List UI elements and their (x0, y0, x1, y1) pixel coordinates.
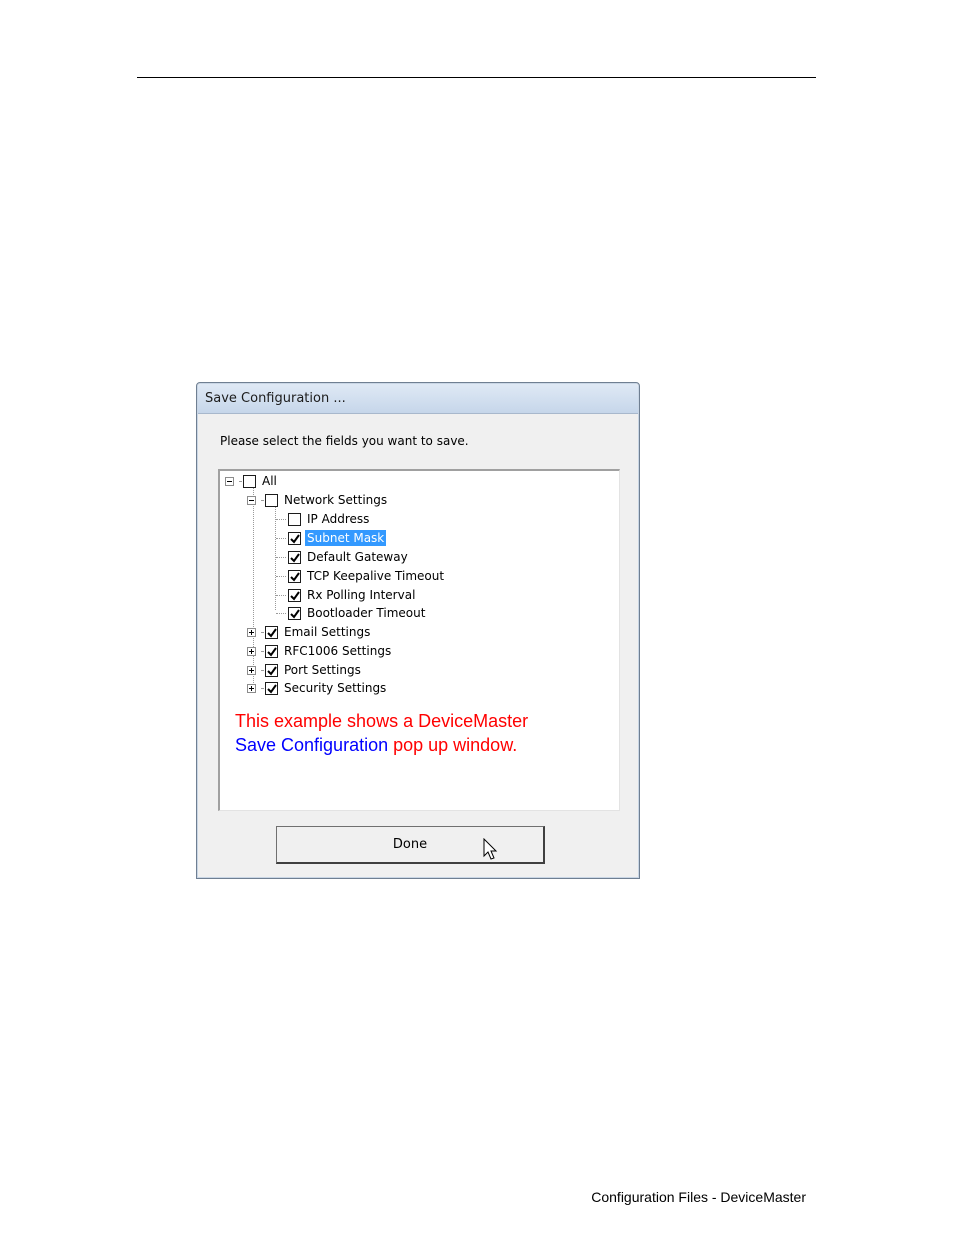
tree-node-port-settings[interactable]: Port Settings (247, 661, 363, 679)
collapse-icon[interactable] (225, 476, 234, 486)
checkbox-tcp-keepalive-timeout[interactable] (288, 569, 301, 583)
header-rule (137, 77, 816, 78)
note-line-2: Save Configuration pop up window. (235, 733, 528, 757)
checkmark-icon (290, 590, 300, 601)
tree-node-label: Subnet Mask (305, 530, 387, 546)
save-configuration-dialog: Save Configuration ... Please select the… (196, 382, 640, 879)
expand-icon[interactable] (247, 683, 256, 693)
tree-node-email-settings[interactable]: Email Settings (247, 623, 372, 641)
checkbox-subnet-mask[interactable] (288, 531, 301, 545)
done-button[interactable]: Done (276, 826, 545, 864)
tree-node-label: Security Settings (284, 681, 387, 695)
tree-node-subnet-mask[interactable]: Subnet Mask (276, 529, 387, 547)
checkbox-bootloader-timeout[interactable] (288, 606, 301, 620)
checkbox-security-settings[interactable] (265, 681, 278, 695)
checkbox-network-settings[interactable] (265, 493, 278, 507)
annotation-note: This example shows a DeviceMaster Save C… (235, 709, 528, 757)
mouse-pointer-icon (483, 838, 498, 860)
tree-node-label: Email Settings (284, 625, 371, 639)
tree-node-label: Port Settings (284, 663, 361, 677)
settings-tree[interactable]: All Network Settings IP Address Subnet M… (218, 469, 620, 811)
checkbox-email-settings[interactable] (265, 625, 278, 639)
page-footer: Configuration Files - DeviceMaster (591, 1189, 806, 1205)
tree-node-rfc1006-settings[interactable]: RFC1006 Settings (247, 642, 393, 660)
checkmark-icon (290, 608, 300, 619)
tree-node-security-settings[interactable]: Security Settings (247, 679, 388, 697)
tree-node-ip-address[interactable]: IP Address (276, 510, 371, 528)
tree-node-all[interactable]: All (225, 472, 279, 490)
checkbox-port-settings[interactable] (265, 663, 278, 677)
expand-icon[interactable] (247, 665, 256, 675)
checkbox-default-gateway[interactable] (288, 550, 301, 564)
tree-node-label: TCP Keepalive Timeout (307, 569, 445, 583)
expand-icon[interactable] (247, 627, 256, 637)
tree-node-label: All (262, 474, 277, 488)
expand-icon[interactable] (247, 646, 256, 656)
note-line-1: This example shows a DeviceMaster (235, 711, 529, 731)
checkmark-icon (267, 665, 277, 676)
tree-node-label: Rx Polling Interval (307, 588, 416, 602)
checkbox-ip-address[interactable] (288, 512, 301, 526)
tree-node-default-gateway[interactable]: Default Gateway (276, 548, 410, 566)
note-line-2-red: pop up window. (388, 735, 518, 755)
checkmark-icon (290, 571, 300, 582)
dialog-titlebar[interactable]: Save Configuration ... (198, 384, 638, 414)
checkmark-icon (267, 627, 277, 638)
tree-node-bootloader-timeout[interactable]: Bootloader Timeout (276, 604, 427, 622)
checkmark-icon (267, 683, 277, 694)
checkbox-all[interactable] (243, 474, 256, 488)
checkbox-rfc1006-settings[interactable] (265, 644, 278, 658)
dialog-title: Save Configuration ... (205, 391, 346, 406)
checkbox-rx-polling-interval[interactable] (288, 588, 301, 602)
tree-node-label: RFC1006 Settings (284, 644, 392, 658)
checkmark-icon (267, 646, 277, 657)
tree-node-network-settings[interactable]: Network Settings (247, 491, 389, 509)
tree-node-label: Default Gateway (307, 550, 408, 564)
tree-node-label: Network Settings (284, 493, 388, 507)
checkmark-icon (290, 533, 300, 544)
note-line-2-blue: Save Configuration (235, 735, 389, 755)
checkmark-icon (290, 552, 300, 563)
dialog-prompt: Please select the fields you want to sav… (220, 434, 469, 448)
tree-node-tcp-keepalive-timeout[interactable]: TCP Keepalive Timeout (276, 567, 446, 585)
tree-node-rx-polling-interval[interactable]: Rx Polling Interval (276, 586, 417, 604)
tree-node-label: IP Address (307, 512, 370, 526)
tree-node-label: Bootloader Timeout (307, 606, 426, 620)
collapse-icon[interactable] (247, 495, 256, 505)
